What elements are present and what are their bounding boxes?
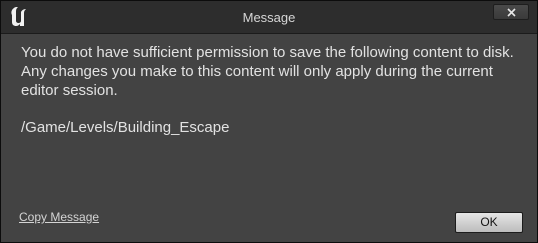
copy-message-link[interactable]: Copy Message [19,210,99,224]
close-icon [507,8,516,17]
title-bar[interactable]: Message [1,1,537,34]
message-text: You do not have sufficient permission to… [21,44,514,99]
close-button[interactable] [493,4,529,20]
message-dialog: Message You do not have sufficient permi… [0,0,538,243]
content-path: /Game/Levels/Building_Escape [21,119,230,136]
dialog-title: Message [242,10,296,25]
ok-button[interactable]: OK [455,212,523,233]
